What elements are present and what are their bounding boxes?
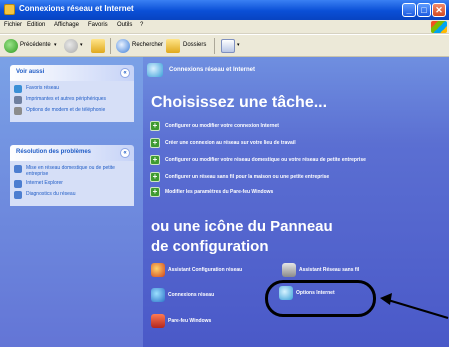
annotation-arrow [380, 293, 449, 319]
window: Connexions réseau et Internet _ □ ✕ Fich… [0, 0, 449, 347]
